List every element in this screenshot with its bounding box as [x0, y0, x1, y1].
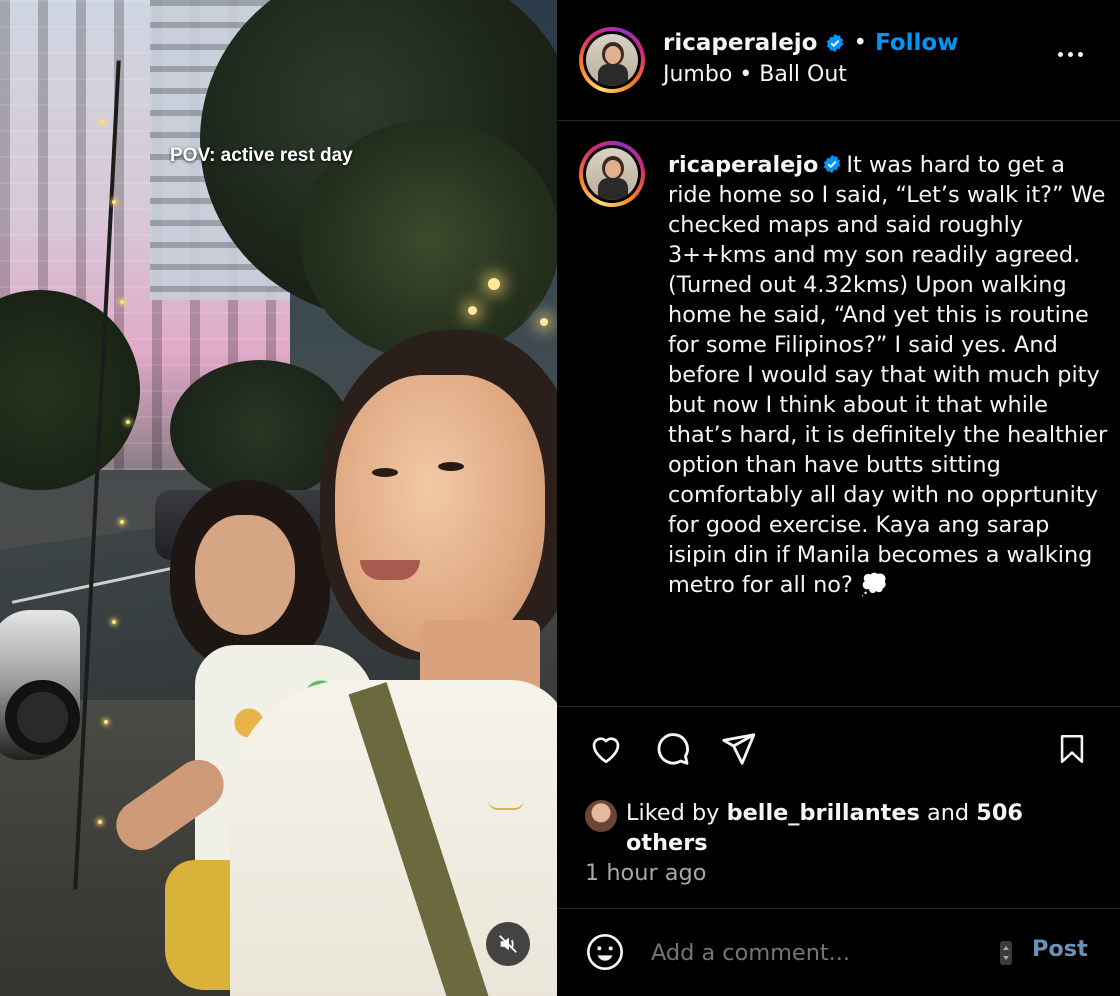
heart-icon — [592, 737, 620, 764]
liker-avatar[interactable] — [585, 800, 617, 832]
necklace — [488, 800, 524, 810]
comment-icon — [657, 733, 689, 765]
motorcycle-wheel — [5, 680, 80, 755]
save-button[interactable] — [1051, 728, 1093, 770]
woman-face — [335, 375, 545, 655]
child-face — [195, 515, 295, 635]
post-video[interactable]: POV: active rest day — [0, 0, 557, 996]
separator-dot: • — [853, 30, 868, 56]
street-lamp — [488, 278, 500, 290]
comment-composer: Post — [557, 908, 1120, 996]
audio-track-link[interactable]: Jumbo • Ball Out — [663, 62, 847, 87]
fairy-light — [112, 620, 116, 624]
comment-button[interactable] — [651, 728, 693, 770]
up-down-arrows-icon — [1000, 941, 1012, 965]
post-comment-button[interactable]: Post — [1032, 936, 1088, 962]
likes-prefix: Liked by — [626, 800, 727, 826]
author-username[interactable]: ricaperalejo — [663, 30, 817, 56]
street-lamp — [468, 306, 477, 315]
share-button[interactable] — [717, 728, 759, 770]
divider — [557, 706, 1120, 707]
emoji-button[interactable] — [585, 932, 625, 972]
likes-middle: and — [919, 800, 977, 826]
fairy-light — [120, 520, 124, 524]
post-caption: ricaperalejo It was hard to get a ride ho… — [668, 150, 1108, 600]
likes-suffix[interactable]: others — [626, 830, 708, 856]
muted-speaker-icon — [499, 935, 517, 953]
divider — [557, 120, 1120, 121]
fairy-light — [120, 300, 124, 304]
fairy-light — [100, 120, 104, 124]
verified-badge-icon — [822, 152, 842, 174]
likes-summary: Liked by belle_brillantes and 506 others — [585, 798, 1085, 858]
post-timestamp[interactable]: 1 hour ago — [585, 860, 706, 886]
woman-eye — [372, 468, 398, 477]
likes-text[interactable]: Liked by belle_brillantes and 506 others — [626, 798, 1046, 858]
verified-badge-icon — [825, 33, 845, 53]
post-panel: ricaperalejo • Follow Jumbo • Ball Out r… — [557, 0, 1120, 996]
author-avatar[interactable] — [579, 27, 645, 93]
woman-eye — [438, 462, 464, 471]
avatar-photo — [586, 148, 638, 200]
mute-button[interactable] — [486, 922, 530, 966]
caption-username[interactable]: ricaperalejo — [668, 152, 818, 178]
likes-count[interactable]: 506 — [976, 800, 1023, 826]
text-resize-handle[interactable] — [995, 938, 1017, 968]
comment-input[interactable] — [651, 936, 971, 970]
more-horizontal-icon — [1057, 51, 1063, 57]
more-options-button[interactable] — [1050, 44, 1090, 64]
bookmark-icon — [1060, 734, 1084, 764]
fairy-light — [112, 200, 116, 204]
follow-button[interactable]: Follow — [875, 30, 958, 56]
fairy-light — [98, 820, 102, 824]
like-button[interactable] — [585, 728, 627, 770]
post-header: ricaperalejo • Follow — [663, 30, 958, 56]
caption-text: It was hard to get a ride home so I said… — [668, 152, 1108, 598]
avatar-photo — [586, 34, 638, 86]
street-lamp — [540, 318, 548, 326]
liker-username[interactable]: belle_brillantes — [727, 800, 920, 826]
fairy-light — [126, 420, 130, 424]
video-overlay-text: POV: active rest day — [170, 145, 353, 166]
smiley-icon — [587, 934, 623, 970]
caption-author-avatar[interactable] — [579, 141, 645, 207]
paper-plane-icon — [722, 733, 756, 765]
fairy-light — [104, 720, 108, 724]
post-actions — [585, 728, 1105, 772]
